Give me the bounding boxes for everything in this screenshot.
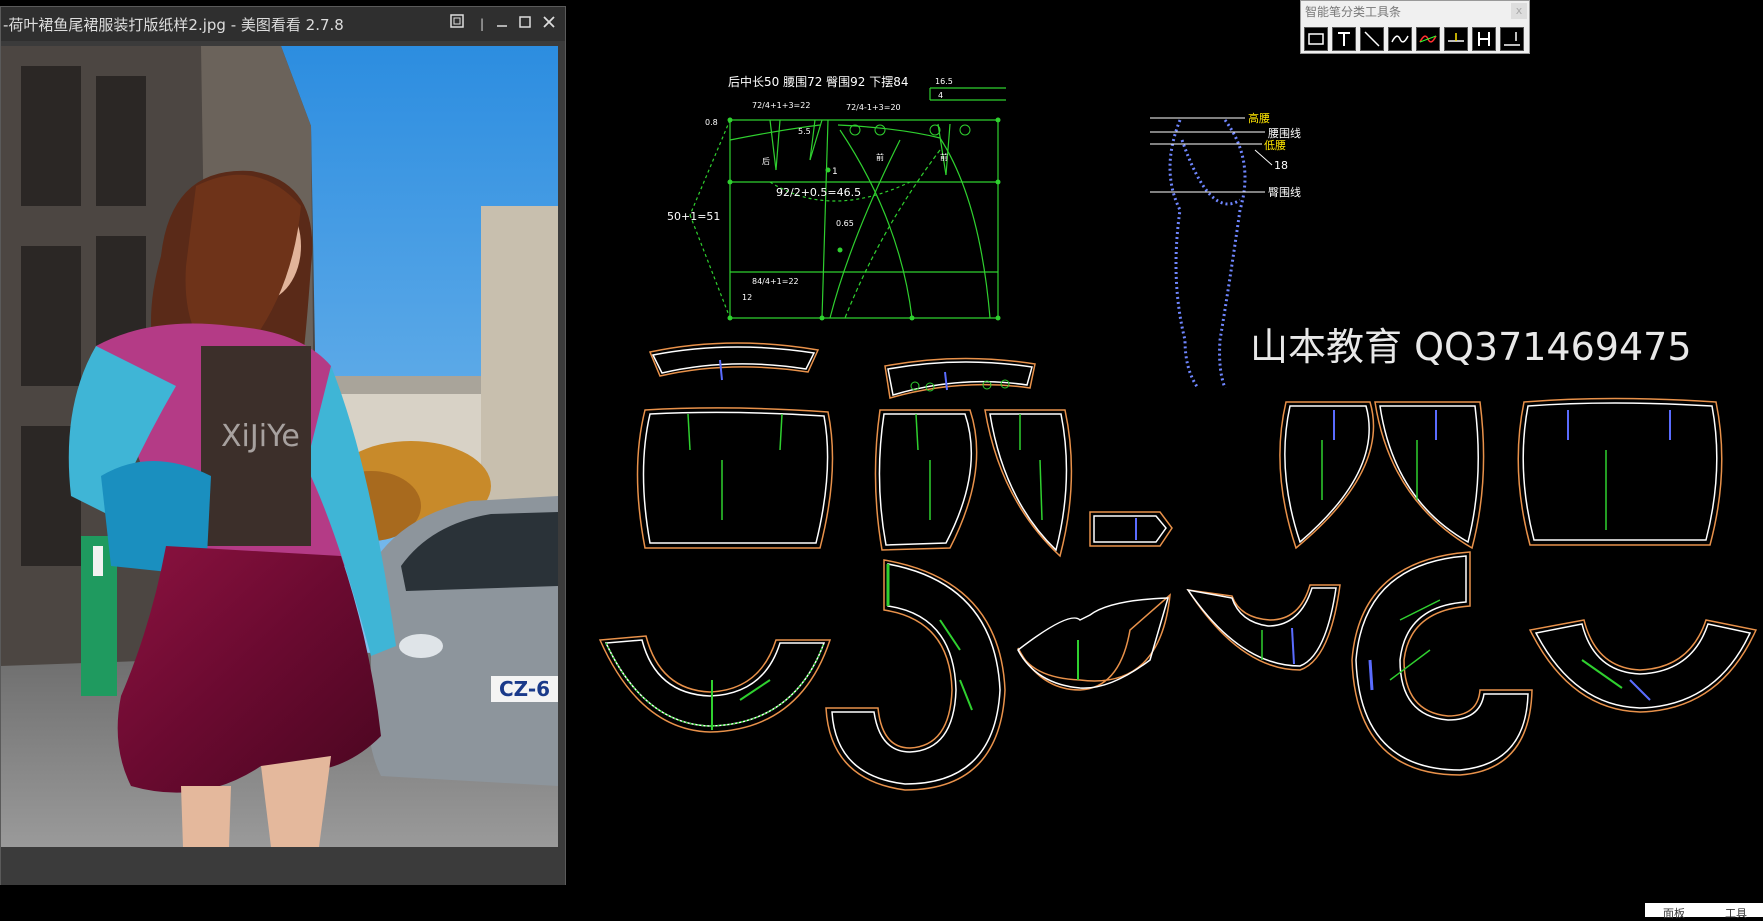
label-back: 后 [762, 156, 770, 166]
panel-tab-left[interactable]: 面板 [1663, 905, 1685, 921]
skirt-draft [689, 87, 1006, 319]
measure-tool-icon[interactable] [1444, 27, 1468, 51]
panel-tab-right[interactable]: 工具 [1725, 905, 1747, 921]
separator-icon: | [479, 17, 485, 31]
minimize-icon[interactable] [491, 13, 513, 35]
line-tool-icon[interactable] [1360, 27, 1384, 51]
flounce-pieces [598, 551, 1758, 791]
close-icon[interactable] [538, 13, 560, 35]
label-low-waist: 低腰 [1264, 139, 1286, 152]
h-tool-icon[interactable] [1472, 27, 1496, 51]
viewer-statusbar [1, 853, 565, 885]
panel-tabs[interactable]: 面板 工具 [1645, 903, 1763, 920]
fit-screen-icon[interactable] [446, 13, 468, 35]
label-length: 50+1=51 [667, 210, 720, 223]
toolbar-title: 智能笔分类工具条 [1305, 5, 1402, 19]
viewer-titlebar[interactable]: -荷叶裙鱼尾裙服装打版纸样2.jpg - 美图看看 2.7.8 | [1, 7, 565, 41]
label-12: 12 [742, 293, 752, 302]
red-curve-tool-icon[interactable] [1416, 27, 1440, 51]
label-0-8: 0.8 [705, 118, 718, 127]
curve-tool-icon[interactable] [1388, 27, 1412, 51]
label-1: 1 [832, 167, 838, 177]
maximize-icon[interactable] [514, 13, 536, 35]
label-18: 18 [1274, 159, 1288, 172]
license-plate: CZ-6 [499, 677, 550, 701]
rectangle-tool-icon[interactable] [1304, 27, 1328, 51]
text-tool-icon[interactable] [1332, 27, 1356, 51]
viewer-title: -荷叶裙鱼尾裙服装打版纸样2.jpg - 美图看看 2.7.8 [3, 15, 344, 34]
watermark-text: 山本教育 QQ371469475 [1250, 325, 1692, 369]
label-front-waist: 72/4+1+3=22 [752, 101, 810, 110]
pattern-cad-canvas[interactable]: 后中长50 腰围72 臀围92 下摆84 16.5 4 72/4+1+3=22 … [566, 0, 1763, 917]
mark-tool-icon[interactable] [1500, 27, 1524, 51]
waistband-pieces [648, 342, 1036, 399]
image-viewer-window: -荷叶裙鱼尾裙服装打版纸样2.jpg - 美图看看 2.7.8 | CZ-6 X… [0, 6, 566, 885]
draft-header: 后中长50 腰围72 臀围92 下摆84 [728, 74, 909, 89]
toolbar-close-button[interactable]: x [1511, 3, 1527, 19]
label-back-waist: 72/4-1+3=20 [846, 103, 901, 112]
label-5-5: 5.5 [798, 127, 811, 136]
fashion-photo: CZ-6 XiJiYe [1, 46, 558, 847]
label-high-waist: 高腰 [1248, 111, 1270, 125]
dim-4: 4 [938, 91, 943, 100]
label-hem: 84/4+1=22 [752, 277, 799, 286]
label-hip: 92/2+0.5=46.5 [776, 186, 861, 199]
dim-16-5: 16.5 [935, 77, 953, 86]
label-waist-line: 腰围线 [1268, 126, 1301, 140]
label-hip-line: 臀围线 [1268, 185, 1301, 199]
smart-pen-toolbar[interactable]: 智能笔分类工具条 x [1300, 0, 1530, 54]
photo-watermark: XiJiYe [221, 419, 300, 454]
skirt-panel-pieces [636, 397, 1723, 558]
label-front: 前 [876, 152, 884, 162]
label-front-2: 前 [940, 152, 948, 162]
label-0-65: 0.65 [836, 219, 854, 228]
